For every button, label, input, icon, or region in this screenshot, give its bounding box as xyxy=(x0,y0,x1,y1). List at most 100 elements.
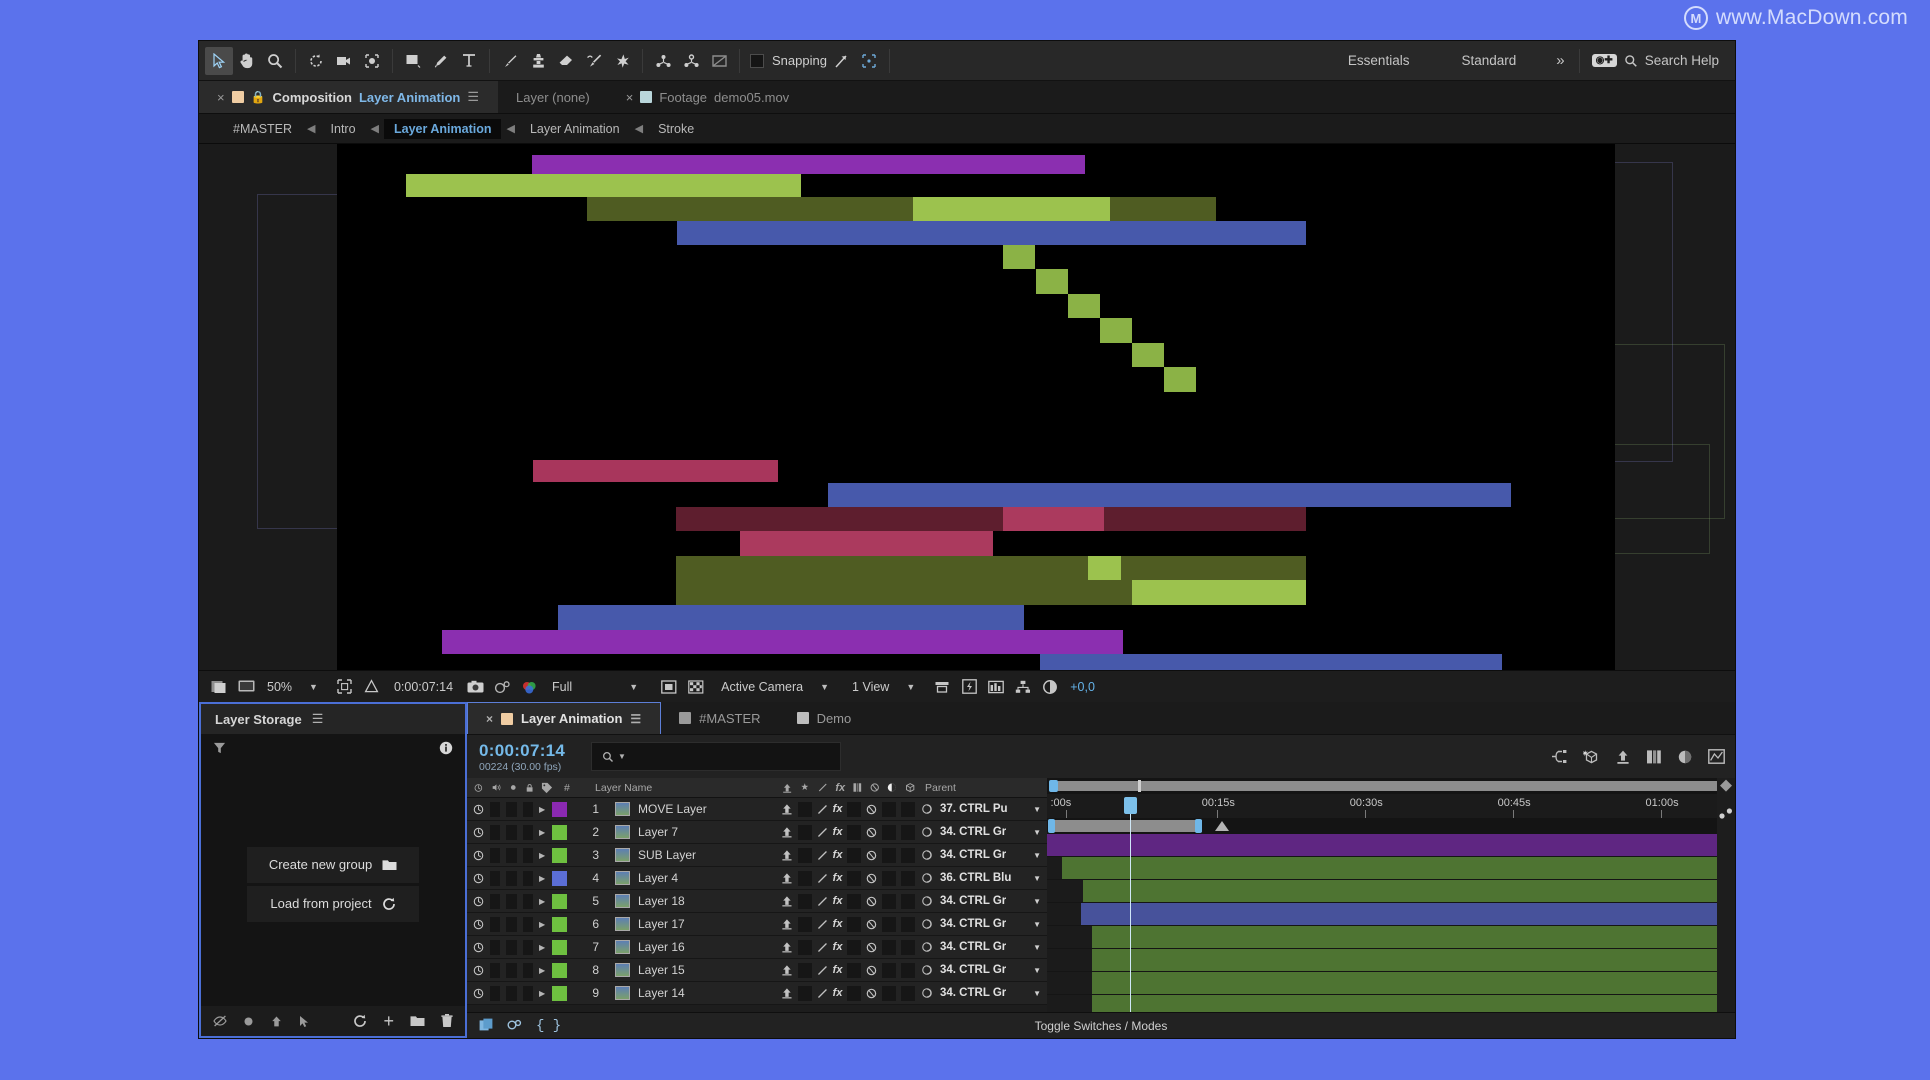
motion-blur-icon[interactable] xyxy=(866,827,877,838)
shy-icon[interactable] xyxy=(781,803,793,815)
zoom-tool-icon[interactable] xyxy=(261,47,289,75)
audio-toggle[interactable] xyxy=(490,847,501,863)
parent-dropdown-icon[interactable]: ▼ xyxy=(1033,828,1047,837)
lock-toggle[interactable] xyxy=(522,824,533,840)
close-icon[interactable]: × xyxy=(626,90,634,105)
playhead-handle[interactable] xyxy=(1123,797,1137,814)
pointer-icon[interactable] xyxy=(299,1015,310,1028)
pickwhip-icon[interactable] xyxy=(921,872,933,884)
solo-toggle[interactable] xyxy=(506,939,517,955)
expand-triangle-icon[interactable]: ▶ xyxy=(539,966,545,975)
table-row[interactable]: ▶ 9 Layer 14 fx 34. CTRL Gr ▼ xyxy=(467,982,1047,1005)
audio-toggle[interactable] xyxy=(490,962,501,978)
timeline-track-row[interactable] xyxy=(1047,834,1735,857)
layer-color-swatch[interactable] xyxy=(552,801,568,817)
solo-toggle[interactable] xyxy=(506,801,517,817)
quality-icon[interactable] xyxy=(817,919,828,930)
transparency-grid-icon[interactable] xyxy=(360,676,384,698)
expand-triangle-icon[interactable]: ▶ xyxy=(539,989,545,998)
3d-toggle[interactable] xyxy=(901,847,915,863)
layer-name-cell[interactable]: Layer 14 xyxy=(607,986,775,1000)
toggle-switches-modes-label[interactable]: Toggle Switches / Modes xyxy=(467,1019,1735,1033)
breadcrumb-item-layer-animation[interactable]: Layer Animation xyxy=(520,119,630,139)
zoom-level-value[interactable]: 50% xyxy=(261,680,300,694)
parent-dropdown-icon[interactable]: ▼ xyxy=(1033,897,1047,906)
motion-blur-icon[interactable] xyxy=(866,850,877,861)
solo-toggle[interactable] xyxy=(506,847,517,863)
timeline-tab-demo[interactable]: Demo xyxy=(779,702,870,734)
layer-duration-bar[interactable] xyxy=(1092,949,1725,971)
expand-triangle-icon[interactable]: ▶ xyxy=(539,805,545,814)
comp-marker-icon[interactable] xyxy=(1719,779,1733,793)
pickwhip-icon[interactable] xyxy=(921,895,933,907)
layer-color-swatch[interactable] xyxy=(552,939,568,955)
zoom-track[interactable] xyxy=(1058,780,1724,792)
pickwhip-icon[interactable] xyxy=(921,849,933,861)
expand-triangle-icon[interactable]: ▶ xyxy=(539,943,545,952)
rotation-tool-icon[interactable] xyxy=(302,47,330,75)
region-preview-icon[interactable] xyxy=(657,676,681,698)
collapse-toggle[interactable] xyxy=(797,801,812,817)
camera-dropdown-icon[interactable]: ▼ xyxy=(814,682,841,692)
layer-parent-cell[interactable]: 34. CTRL Gr ▼ xyxy=(915,964,1047,976)
layer-name-cell[interactable]: Layer 15 xyxy=(607,963,775,977)
column-header-layer-name[interactable]: Layer Name xyxy=(581,778,775,797)
panel-menu-icon[interactable]: ☰ xyxy=(467,89,480,105)
lock-toggle[interactable] xyxy=(522,847,533,863)
main-viewer-icon[interactable] xyxy=(234,676,258,698)
layer-parent-cell[interactable]: 37. CTRL Pu ▼ xyxy=(915,803,1047,815)
lock-toggle[interactable] xyxy=(522,916,533,932)
motion-blur-icon[interactable] xyxy=(866,919,877,930)
frame-blend-toggle[interactable] xyxy=(847,847,862,863)
lock-toggle[interactable] xyxy=(522,801,533,817)
shy-icon[interactable] xyxy=(781,826,793,838)
refresh-icon[interactable] xyxy=(353,1014,367,1028)
timeline-graph[interactable]: :00s 00:15s 00:30s 00:45s 01:00s xyxy=(1047,778,1735,1012)
frame-blending-icon[interactable] xyxy=(1646,749,1662,765)
layer-duration-bar[interactable] xyxy=(1047,834,1725,856)
audio-toggle[interactable] xyxy=(490,939,501,955)
pickwhip-icon[interactable] xyxy=(921,941,933,953)
folder-icon[interactable] xyxy=(410,1015,425,1027)
motion-blur-icon[interactable] xyxy=(866,896,877,907)
parent-dropdown-icon[interactable]: ▼ xyxy=(1033,966,1047,975)
3d-toggle[interactable] xyxy=(901,893,915,909)
layer-parent-cell[interactable]: 34. CTRL Gr ▼ xyxy=(915,941,1047,953)
solo-toggle[interactable] xyxy=(506,870,517,886)
3d-toggle[interactable] xyxy=(901,962,915,978)
collapse-toggle[interactable] xyxy=(797,962,812,978)
shy-icon[interactable] xyxy=(781,964,793,976)
layer-name-cell[interactable]: Layer 16 xyxy=(607,940,775,954)
frame-blend-toggle[interactable] xyxy=(847,939,862,955)
timeline-current-time[interactable]: 0:00:07:14 00224 (30.00 fps) xyxy=(467,735,591,778)
motion-blur-icon[interactable] xyxy=(1677,749,1693,765)
shy-icon[interactable] xyxy=(781,987,793,999)
effects-fx-icon[interactable]: fx xyxy=(833,872,843,884)
filter-icon[interactable] xyxy=(213,742,226,755)
quality-icon[interactable] xyxy=(817,850,828,861)
frame-blend-toggle[interactable] xyxy=(847,801,862,817)
motion-blur-icon[interactable] xyxy=(866,873,877,884)
expand-triangle-icon[interactable]: ▶ xyxy=(539,828,545,837)
pixel-aspect-icon[interactable] xyxy=(930,676,954,698)
expand-triangle-icon[interactable]: ▶ xyxy=(539,851,545,860)
timeline-track-row[interactable] xyxy=(1047,926,1735,949)
zoom-dropdown-icon[interactable]: ▼ xyxy=(303,682,330,692)
table-row[interactable]: ▶ 8 Layer 15 fx 34. CTRL Gr ▼ xyxy=(467,959,1047,982)
composition-stage[interactable] xyxy=(337,144,1615,670)
search-help-group[interactable]: ◉✚ Search Help xyxy=(1580,53,1735,68)
effects-fx-icon[interactable]: fx xyxy=(833,895,843,907)
anchor-icon[interactable] xyxy=(270,1015,283,1028)
collapse-toggle[interactable] xyxy=(797,985,812,1001)
collapse-toggle[interactable] xyxy=(797,916,812,932)
table-row[interactable]: ▶ 5 Layer 18 fx 34. CTRL Gr ▼ xyxy=(467,890,1047,913)
breadcrumb-item-layer-animation-active[interactable]: Layer Animation xyxy=(384,118,502,139)
active-camera-value[interactable]: Active Camera xyxy=(711,680,811,694)
video-eye-icon[interactable] xyxy=(473,917,484,931)
layer-duration-bar[interactable] xyxy=(1062,857,1725,879)
motion-path-icon[interactable] xyxy=(1718,807,1733,820)
table-row[interactable]: ▶ 7 Layer 16 fx 34. CTRL Gr ▼ xyxy=(467,936,1047,959)
layer-name-cell[interactable]: Layer 7 xyxy=(607,825,775,839)
frame-blend-toggle[interactable] xyxy=(847,870,862,886)
adjustment-toggle[interactable] xyxy=(882,916,897,932)
